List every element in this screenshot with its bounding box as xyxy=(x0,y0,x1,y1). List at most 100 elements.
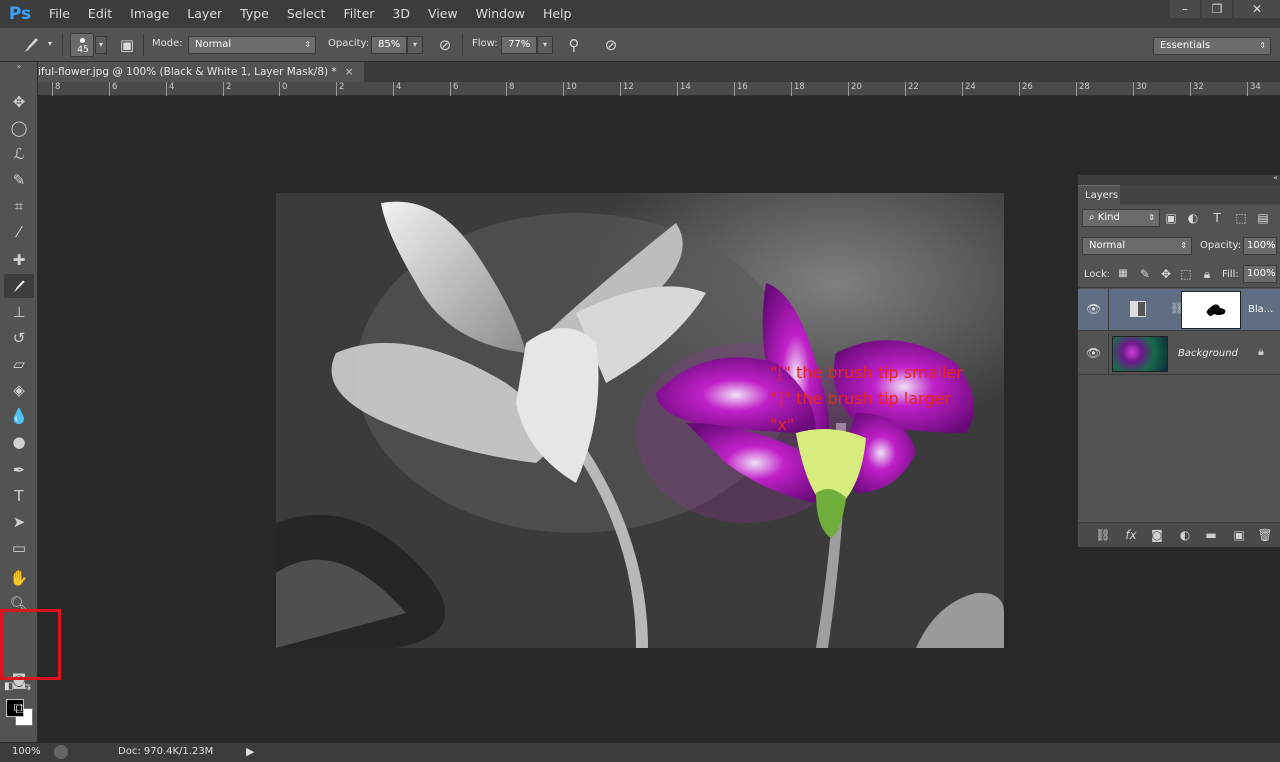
layer-row-background[interactable]: 👁︎ Background 🔒︎ xyxy=(1078,333,1280,375)
layer-row-black-white[interactable]: 👁︎ ⛓ Bla... xyxy=(1078,289,1280,331)
close-tab-icon[interactable]: × xyxy=(345,66,354,78)
filter-type-icon[interactable]: T xyxy=(1208,209,1226,227)
ruler-tick: 34 xyxy=(1247,82,1261,96)
opacity-label: Opacity: xyxy=(328,38,370,49)
lasso-tool-icon[interactable]: ℒ xyxy=(4,142,34,166)
lock-transparency-icon[interactable]: ▦ xyxy=(1114,265,1132,283)
mode-select[interactable]: Normal ⇕ xyxy=(188,36,316,54)
layer-opacity-label: Opacity: xyxy=(1200,240,1242,251)
tool-preset-dropdown[interactable]: ▾ xyxy=(44,36,56,54)
screen-mode-icon[interactable]: ⧉ xyxy=(4,696,34,720)
visibility-eye-icon[interactable]: 👁︎ xyxy=(1086,302,1101,316)
share-icon[interactable] xyxy=(54,745,68,759)
clone-stamp-tool-icon[interactable]: ⊥ xyxy=(4,300,34,324)
brush-preset-dropdown[interactable]: ▾ xyxy=(95,36,107,54)
lock-label: Lock: xyxy=(1084,269,1111,280)
status-menu-arrow-icon[interactable]: ▶ xyxy=(246,745,254,758)
blend-mode-select[interactable]: Normal ⇕ xyxy=(1082,237,1192,255)
minimize-button[interactable]: – xyxy=(1170,0,1200,18)
ruler-tick: 24 xyxy=(962,82,976,96)
dodge-tool-icon[interactable]: ● xyxy=(4,430,34,454)
menu-filter[interactable]: Filter xyxy=(334,0,383,28)
new-group-icon[interactable]: ▬ xyxy=(1202,527,1220,543)
menu-help[interactable]: Help xyxy=(534,0,581,28)
options-bar: ▾ 45 ▾ ▣ Mode: Normal ⇕ Opacity: 85% ▾ ⊘ … xyxy=(0,28,1280,62)
hand-tool-icon[interactable]: ✋ xyxy=(4,566,34,590)
brush-tip-icon xyxy=(80,38,85,43)
flow-dropdown[interactable]: ▾ xyxy=(537,36,553,54)
menu-image[interactable]: Image xyxy=(121,0,178,28)
link-layers-icon[interactable]: ⛓ xyxy=(1094,527,1112,543)
marquee-tool-icon[interactable]: ◯ xyxy=(4,116,34,140)
chevron-updown-icon: ⇕ xyxy=(1259,41,1266,50)
menu-3d[interactable]: 3D xyxy=(383,0,419,28)
opacity-dropdown[interactable]: ▾ xyxy=(407,36,423,54)
lock-position-icon[interactable]: ✥ xyxy=(1157,265,1175,283)
crop-tool-icon[interactable]: ⌗ xyxy=(4,194,34,218)
filter-pixel-icon[interactable]: ▣ xyxy=(1162,209,1180,227)
pen-tool-icon[interactable]: ✒ xyxy=(4,458,34,482)
menu-file[interactable]: File xyxy=(40,0,79,28)
visibility-eye-icon[interactable]: 👁︎ xyxy=(1086,346,1101,360)
airbrush-icon[interactable]: ⚲ xyxy=(563,34,585,56)
eyedropper-tool-icon[interactable]: ⁄ xyxy=(4,220,34,244)
ruler-tick: 8 xyxy=(506,82,514,96)
tab-layers[interactable]: Layers xyxy=(1078,185,1120,205)
pressure-size-icon[interactable]: ⊘ xyxy=(600,34,622,56)
ruler-tick: 30 xyxy=(1133,82,1147,96)
type-tool-icon[interactable]: T xyxy=(4,484,34,508)
flower-artwork xyxy=(276,193,1004,648)
menu-type[interactable]: Type xyxy=(231,0,278,28)
filter-kind-select[interactable]: ⌕ Kind ⇕ xyxy=(1082,209,1160,227)
close-button[interactable]: ✕ xyxy=(1234,0,1280,18)
chevron-updown-icon: ⇕ xyxy=(1148,213,1155,222)
workspace-select[interactable]: Essentials ⇕ xyxy=(1153,37,1271,55)
paint-bucket-tool-icon[interactable]: ◈ xyxy=(4,378,34,402)
zoom-level[interactable]: 100% xyxy=(12,746,41,757)
color-swatch-highlight xyxy=(0,609,61,680)
menu-view[interactable]: View xyxy=(419,0,467,28)
document-canvas[interactable]: "[" the brush tip smaller "]" the brush … xyxy=(276,193,1004,648)
filter-shape-icon[interactable]: ⬚ xyxy=(1232,209,1250,227)
annotation-line-3: "x" xyxy=(770,415,795,434)
document-tab[interactable]: iful-flower.jpg @ 100% (Black & White 1,… xyxy=(38,62,364,82)
trash-icon[interactable]: 🗑︎ xyxy=(1256,527,1274,543)
lock-icon[interactable]: 🔒︎ xyxy=(1198,265,1216,283)
fill-field[interactable]: 100% xyxy=(1243,265,1277,283)
move-tool-icon[interactable]: ✥ xyxy=(4,90,34,114)
adjustment-layer-icon[interactable]: ◐ xyxy=(1176,527,1194,543)
rectangle-tool-icon[interactable]: ▭ xyxy=(4,536,34,560)
brush-tool-icon[interactable] xyxy=(20,34,42,56)
flow-field[interactable]: 77% xyxy=(501,36,537,54)
add-mask-icon[interactable]: ◙ xyxy=(1148,527,1166,543)
new-layer-icon[interactable]: ▣ xyxy=(1230,527,1248,543)
restore-button[interactable]: ❐ xyxy=(1202,0,1232,18)
history-brush-tool-icon[interactable]: ↺ xyxy=(4,326,34,350)
fx-icon[interactable]: fx xyxy=(1122,527,1140,543)
ruler-tick: 4 xyxy=(393,82,401,96)
opacity-field[interactable]: 85% xyxy=(371,36,407,54)
eraser-tool-icon[interactable]: ▱ xyxy=(4,352,34,376)
path-selection-tool-icon[interactable]: ➤ xyxy=(4,510,34,534)
photoshop-logo: Ps xyxy=(8,4,32,24)
filter-adjustment-icon[interactable]: ◐ xyxy=(1184,209,1202,227)
filter-smart-object-icon[interactable]: ▤ xyxy=(1254,209,1272,227)
healing-brush-tool-icon[interactable]: ✚ xyxy=(4,248,34,272)
lock-all-icon[interactable] xyxy=(1179,265,1197,283)
lock-pixels-icon[interactable]: ✎ xyxy=(1136,265,1154,283)
toolbox-collapse-icon[interactable]: » xyxy=(0,62,38,72)
brush-tool-icon[interactable] xyxy=(4,274,34,298)
menu-layer[interactable]: Layer xyxy=(178,0,231,28)
blur-tool-icon[interactable]: 💧 xyxy=(4,404,34,428)
menu-window[interactable]: Window xyxy=(467,0,534,28)
menu-select[interactable]: Select xyxy=(278,0,335,28)
pressure-opacity-icon[interactable]: ⊘ xyxy=(434,34,456,56)
layer-mask-thumbnail[interactable] xyxy=(1181,291,1241,329)
menu-edit[interactable]: Edit xyxy=(79,0,121,28)
ruler-tick: 0 xyxy=(279,82,287,96)
brush-preset-picker[interactable]: 45 xyxy=(70,33,94,57)
quick-selection-tool-icon[interactable]: ✎ xyxy=(4,168,34,192)
layer-opacity-field[interactable]: 100% xyxy=(1243,237,1277,255)
panel-collapse-icon[interactable]: « xyxy=(1273,173,1278,182)
brush-panel-toggle-icon[interactable]: ▣ xyxy=(116,34,138,56)
